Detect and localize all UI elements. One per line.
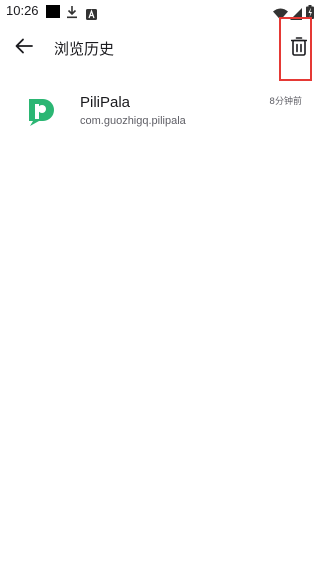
- package-name: com.guozhigq.pilipala: [80, 115, 186, 127]
- trash-icon: [290, 36, 308, 60]
- pilipala-logo-icon: [26, 96, 56, 126]
- history-list-item[interactable]: PiliPala com.guozhigq.pilipala 8分钟前: [0, 82, 320, 140]
- back-button[interactable]: [10, 34, 38, 62]
- app-bar: 浏览历史: [0, 24, 320, 72]
- a-letter-icon: [86, 5, 97, 24]
- status-time: 10:26: [6, 3, 39, 18]
- arrow-back-icon: [15, 38, 33, 58]
- page-title: 浏览历史: [54, 40, 115, 58]
- status-bar: 10:26: [0, 0, 320, 24]
- download-icon: [66, 4, 78, 23]
- notification-square-icon: [46, 5, 60, 18]
- app-name: PiliPala: [80, 94, 131, 111]
- visit-time: 8分钟前: [269, 97, 302, 107]
- delete-history-button[interactable]: [286, 35, 312, 61]
